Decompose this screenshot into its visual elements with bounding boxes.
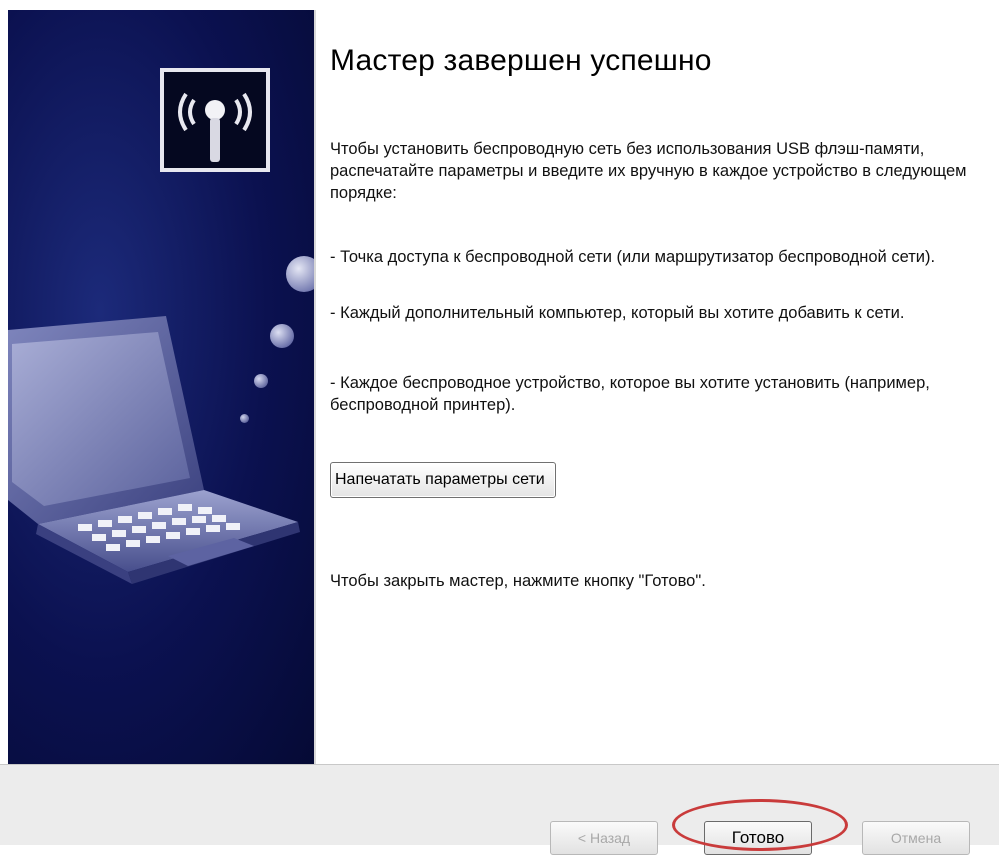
done-button[interactable]: Готово (704, 821, 812, 855)
laptop-icon (8, 310, 314, 635)
step-computer: - Каждый дополнительный компьютер, котор… (330, 304, 905, 322)
wizard-footer: < Назад Готово Отмена (0, 764, 999, 855)
wizard-window: Мастер завершен успешно Чтобы установить… (0, 0, 999, 855)
cancel-button[interactable]: Отмена (862, 821, 970, 855)
close-hint-text: Чтобы закрыть мастер, нажмите кнопку "Го… (330, 572, 706, 590)
print-settings-button[interactable]: Напечатать параметры сети (330, 462, 556, 498)
step-device: - Каждое беспроводное устройство, которо… (330, 374, 930, 414)
wireless-antenna-icon (160, 68, 270, 172)
decorative-bubble (286, 256, 314, 292)
wizard-side-banner (8, 10, 314, 764)
intro-text: Чтобы установить беспроводную сеть без и… (330, 140, 967, 202)
page-title: Мастер завершен успешно (330, 44, 712, 77)
panel-divider (314, 10, 316, 764)
step-access-point: - Точка доступа к беспроводной сети (или… (330, 248, 936, 266)
back-button[interactable]: < Назад (550, 821, 658, 855)
